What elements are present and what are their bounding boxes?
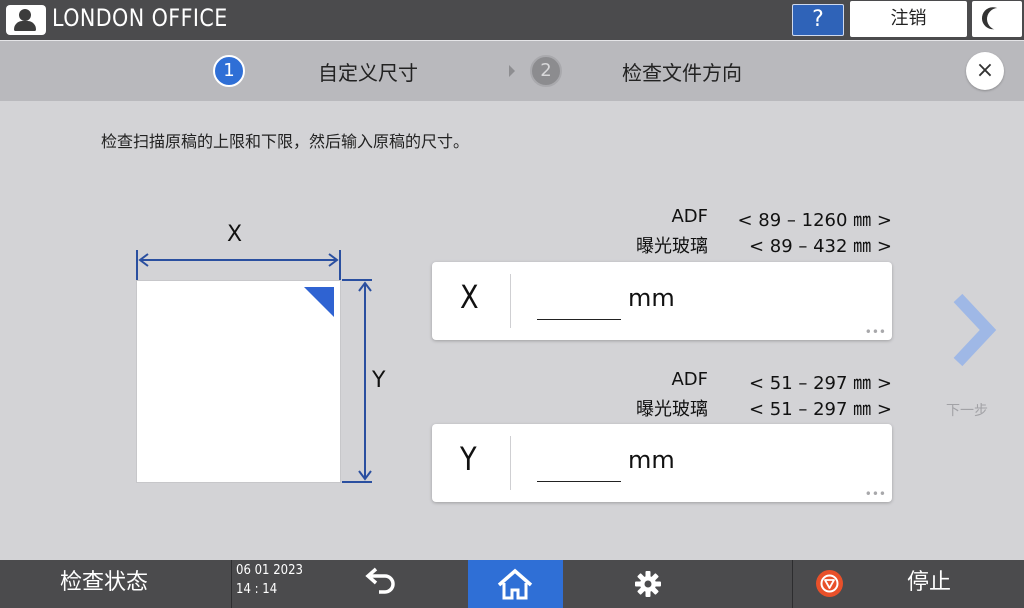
y-axis-label: Y [460, 440, 477, 478]
x-dimension-label: X [227, 222, 243, 247]
y-size-input-card[interactable]: Y mm ••• [432, 424, 892, 502]
more-icon: ••• [864, 487, 886, 501]
range-source-label: 曝光玻璃 [636, 399, 708, 420]
y-dimension-label: Y [372, 368, 386, 393]
range-value: < 51 – 297 ㎜ > [748, 373, 892, 394]
chevron-right-icon[interactable] [946, 292, 998, 368]
range-row: ADF < 89 – 1260 ㎜ > [592, 206, 892, 232]
step-arrow-icon [509, 65, 515, 77]
range-source-label: 曝光玻璃 [636, 236, 708, 257]
user-icon[interactable] [6, 5, 46, 35]
range-row: ADF < 51 – 297 ㎜ > [592, 369, 892, 395]
close-button[interactable]: × [966, 52, 1004, 90]
check-status-button[interactable]: 检查状态 [60, 564, 148, 596]
bottom-bar: 检查状态 06 01 2023 14 : 14 停止 [0, 560, 1024, 608]
y-unit-label: mm [628, 446, 675, 474]
time-display: 14 : 14 [236, 582, 278, 597]
range-row: 曝光玻璃 < 51 – 297 ㎜ > [592, 395, 892, 421]
logout-button[interactable]: 注销 [850, 1, 967, 37]
night-mode-button[interactable] [972, 1, 1022, 37]
divider [510, 436, 511, 490]
home-button[interactable] [468, 560, 563, 608]
date-display: 06 01 2023 [236, 563, 303, 578]
x-size-field[interactable] [537, 284, 621, 320]
help-button[interactable]: ? [792, 4, 844, 36]
orientation-corner-icon [304, 287, 334, 317]
range-source-label: ADF [671, 369, 708, 390]
range-value: < 51 – 297 ㎜ > [748, 399, 892, 420]
x-axis-label: X [460, 278, 479, 316]
range-value: < 89 – 432 ㎜ > [748, 236, 892, 257]
step-1-indicator: 1 [213, 55, 245, 87]
user-icon-head [19, 9, 31, 21]
range-value: < 89 – 1260 ㎜ > [737, 210, 893, 231]
more-icon: ••• [864, 325, 886, 339]
step-1-label: 自定义尺寸 [318, 61, 418, 85]
range-source-label: ADF [671, 206, 708, 227]
x-unit-label: mm [628, 284, 675, 312]
instruction-text: 检查扫描原稿的上限和下限，然后输入原稿的尺寸。 [101, 132, 470, 151]
y-size-field[interactable] [537, 446, 621, 482]
divider [231, 560, 232, 608]
home-icon [497, 568, 533, 600]
divider [510, 274, 511, 328]
office-name: LONDON OFFICE [52, 4, 228, 32]
step-bar: 1 自定义尺寸 2 检查文件方向 × [0, 40, 1024, 101]
moon-icon [984, 5, 1012, 33]
next-button-label[interactable]: 下一步 [946, 400, 988, 420]
range-row: 曝光玻璃 < 89 – 432 ㎜ > [592, 232, 892, 258]
step-2-indicator: 2 [530, 55, 562, 87]
stop-icon[interactable] [815, 569, 844, 598]
y-range-info: ADF < 51 – 297 ㎜ > 曝光玻璃 < 51 – 297 ㎜ > [592, 369, 892, 421]
divider [792, 560, 793, 608]
step-2-label: 检查文件方向 [622, 61, 742, 85]
top-bar: LONDON OFFICE ? 注销 [0, 0, 1024, 40]
user-icon-body [14, 21, 36, 31]
gear-icon[interactable] [630, 568, 666, 600]
back-arrow-icon[interactable] [357, 566, 403, 602]
stop-button[interactable]: 停止 [907, 564, 951, 596]
document-diagram [136, 280, 341, 483]
x-size-input-card[interactable]: X mm ••• [432, 262, 892, 340]
x-range-info: ADF < 89 – 1260 ㎜ > 曝光玻璃 < 89 – 432 ㎜ > [592, 206, 892, 258]
